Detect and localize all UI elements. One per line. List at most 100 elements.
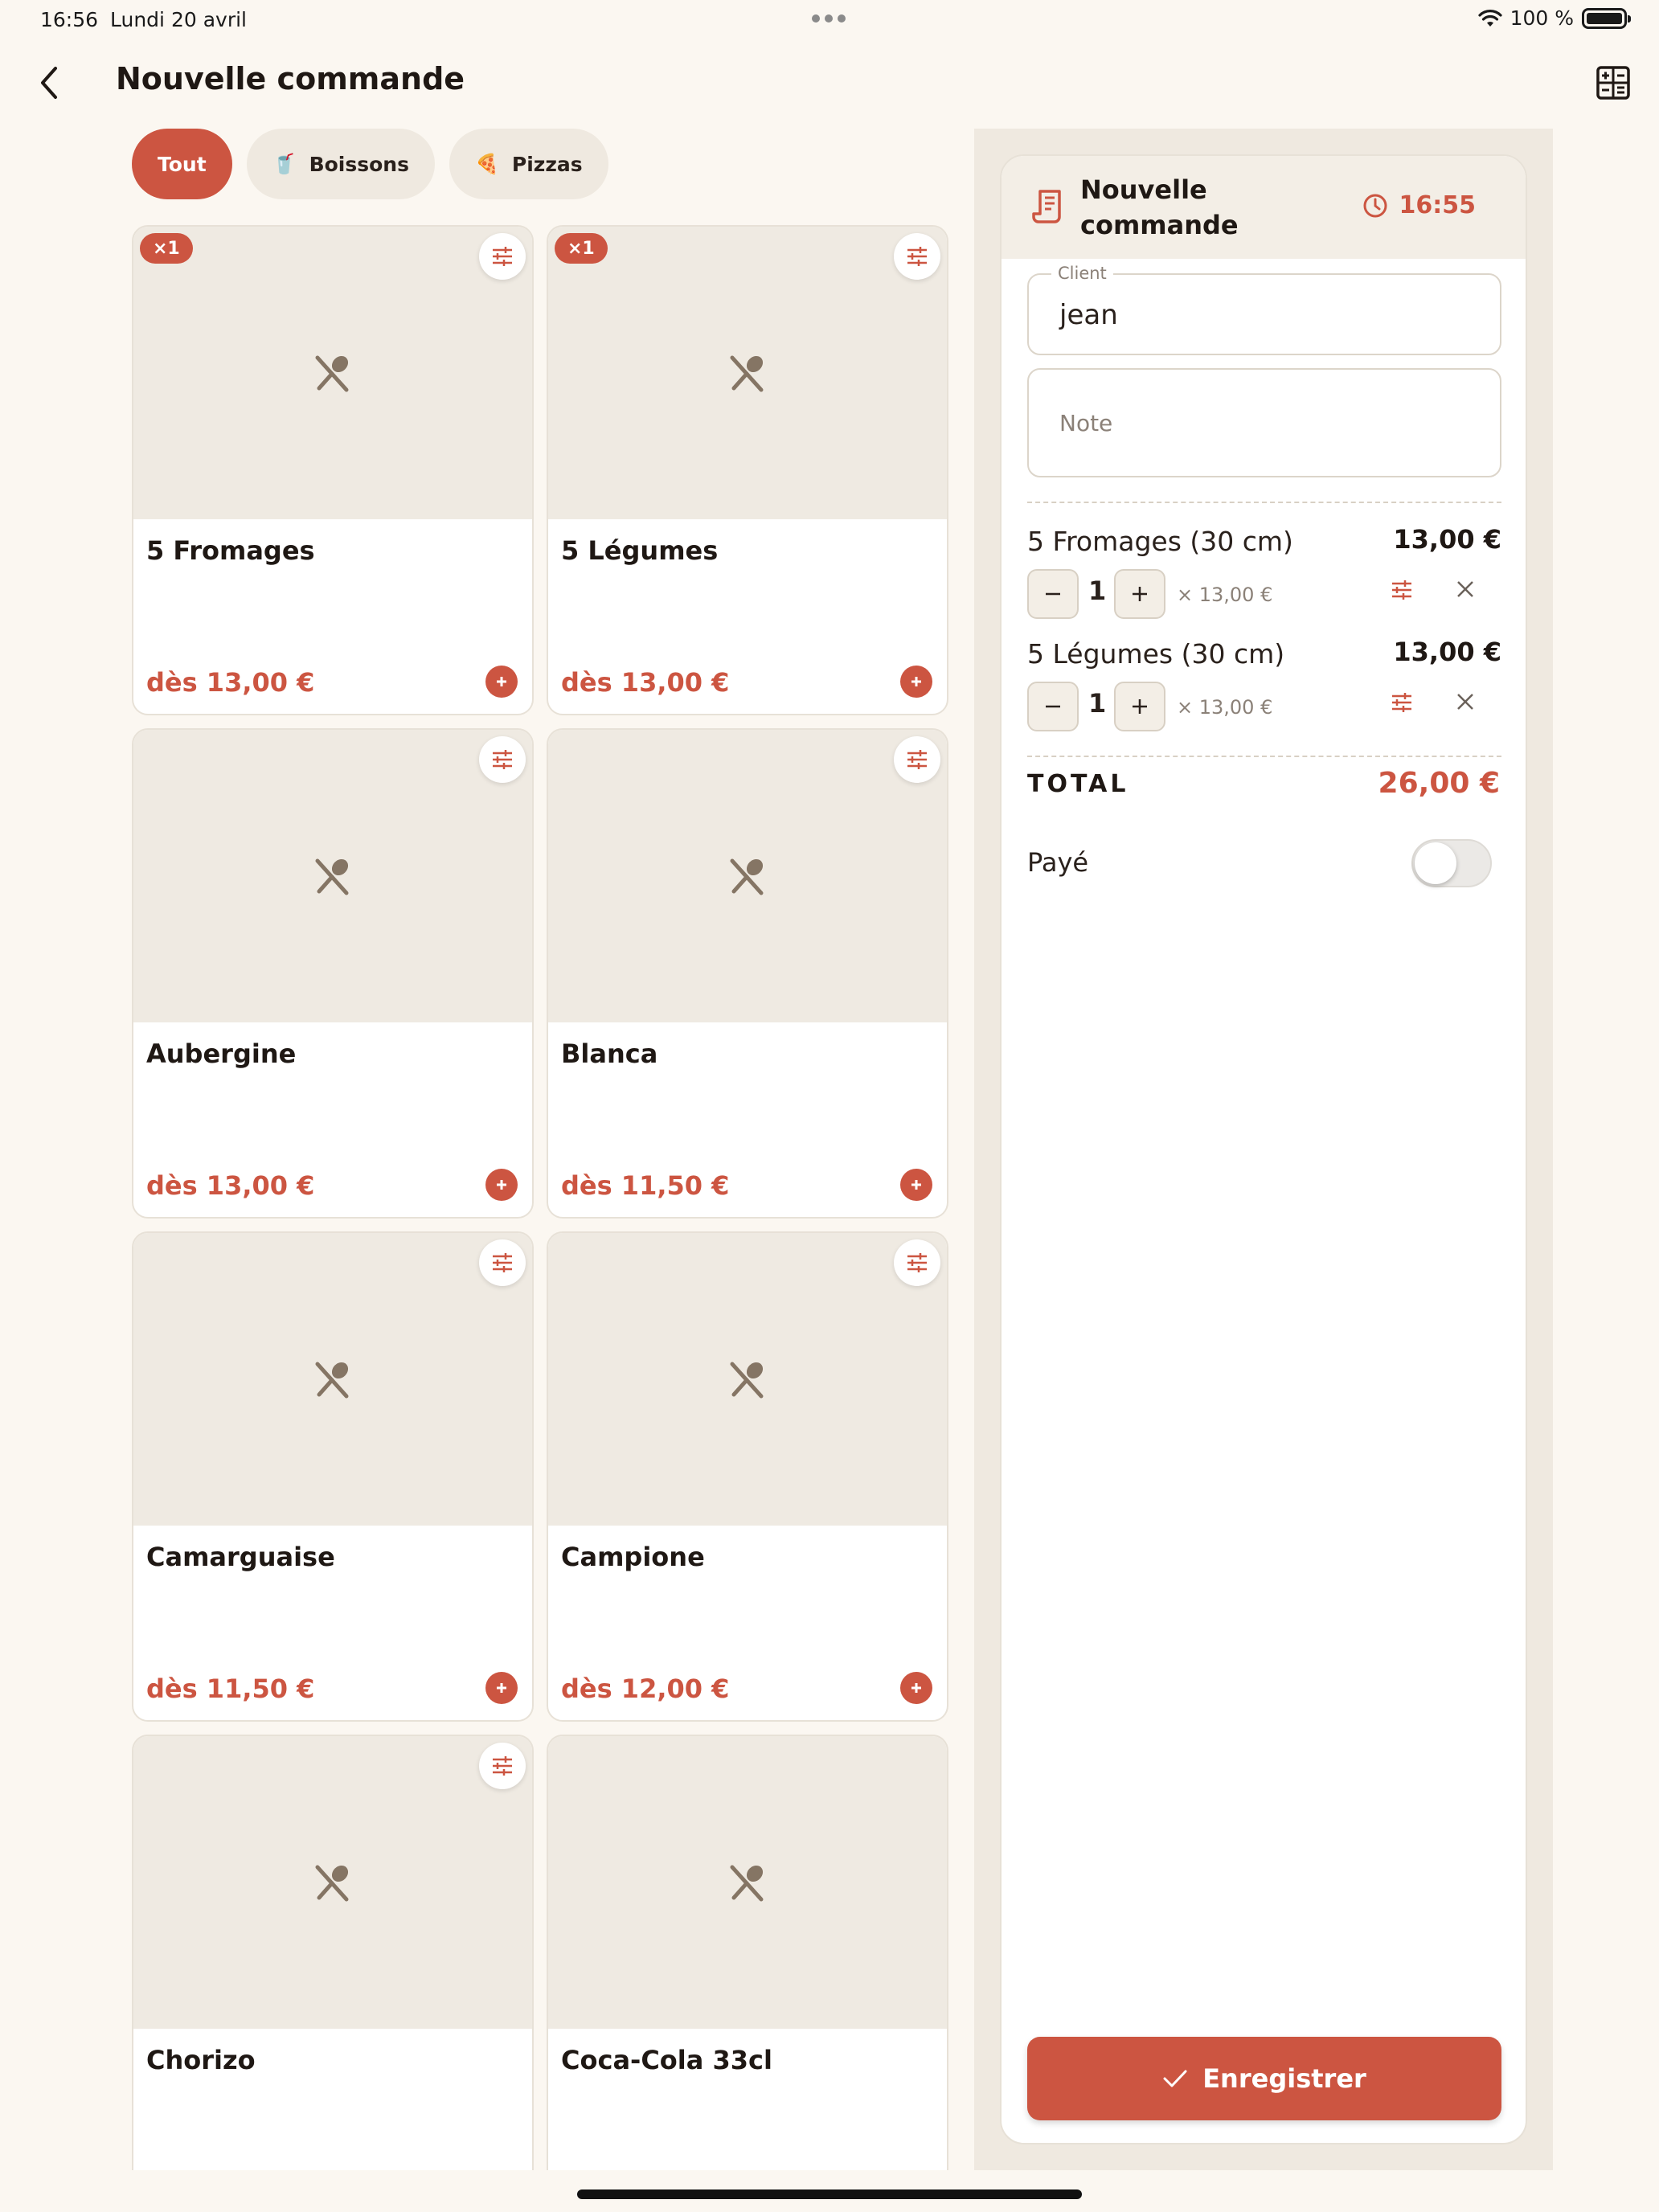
add-to-order-button[interactable]	[900, 1672, 932, 1704]
order-title: Nouvelle commande	[1080, 174, 1239, 240]
product-image	[133, 730, 532, 1022]
client-label: Client	[1051, 264, 1113, 283]
sliders-icon	[491, 245, 514, 268]
increment-button[interactable]	[1114, 569, 1165, 619]
product-options-button[interactable]	[479, 233, 526, 280]
add-to-order-button[interactable]	[485, 666, 518, 698]
product-card[interactable]: Blanca dès 11,50 €	[547, 728, 948, 1219]
calculator-button[interactable]	[1595, 64, 1632, 101]
home-indicator[interactable]	[577, 2189, 1082, 2199]
save-label: Enregistrer	[1202, 2063, 1366, 2094]
line-unit-price: × 13,00 €	[1177, 696, 1273, 719]
product-price: dès 13,00 €	[146, 1170, 315, 1201]
close-icon[interactable]	[1455, 691, 1476, 712]
product-options-button[interactable]	[894, 736, 940, 783]
plus-icon	[494, 1177, 510, 1193]
tab-pizzas[interactable]: 🍕 Pizzas	[449, 129, 608, 199]
product-options-button[interactable]	[894, 233, 940, 280]
note-placeholder: Note	[1059, 410, 1113, 436]
add-to-order-button[interactable]	[900, 666, 932, 698]
chevron-left-icon	[41, 67, 57, 99]
minus-icon	[1046, 705, 1060, 708]
plus-icon	[494, 674, 510, 690]
sliders-icon	[906, 245, 928, 268]
status-date: Lundi 20 avril	[110, 8, 247, 31]
quantity-badge: ×1	[555, 233, 608, 264]
tab-tout[interactable]: Tout	[132, 129, 232, 199]
product-options-button[interactable]	[479, 736, 526, 783]
line-quantity: 1	[1088, 688, 1107, 719]
utensils-icon	[311, 1861, 354, 1904]
line-name: 5 Fromages (30 cm)	[1027, 526, 1293, 557]
client-field[interactable]: Client jean	[1027, 264, 1501, 355]
product-card[interactable]: ×1 5 Légumes dès 13,00 €	[547, 225, 948, 715]
checkmark-icon	[1163, 2070, 1187, 2087]
product-name: Campione	[561, 1542, 705, 1572]
paid-toggle[interactable]	[1411, 839, 1492, 887]
sliders-icon	[906, 748, 928, 771]
product-card[interactable]: ×1 5 Fromages dès 13,00 €	[132, 225, 534, 715]
total-label: TOTAL	[1027, 770, 1129, 798]
minus-icon	[1046, 592, 1060, 596]
product-image	[548, 1233, 947, 1526]
product-options-button[interactable]	[479, 1239, 526, 1286]
status-bar: 16:56 Lundi 20 avril 100 %	[0, 0, 1659, 39]
utensils-icon	[311, 854, 354, 898]
tab-label: Boissons	[309, 152, 409, 176]
add-to-order-button[interactable]	[900, 1169, 932, 1201]
product-card[interactable]: Campione dès 12,00 €	[547, 1231, 948, 1722]
product-image	[548, 730, 947, 1022]
order-line: 5 Légumes (30 cm) 13,00 € 1 × 13,00 €	[1027, 637, 1501, 743]
add-to-order-button[interactable]	[485, 1672, 518, 1704]
sliders-icon	[491, 748, 514, 771]
product-options-button[interactable]	[894, 1239, 940, 1286]
client-value: jean	[1059, 299, 1118, 331]
status-right: 100 %	[1477, 6, 1631, 30]
order-line: 5 Fromages (30 cm) 13,00 € 1 × 13,00 €	[1027, 524, 1501, 630]
tab-boissons[interactable]: 🥤 Boissons	[246, 129, 435, 199]
sliders-icon[interactable]	[1391, 579, 1413, 601]
product-name: 5 Fromages	[146, 535, 315, 566]
product-image	[548, 1736, 947, 2029]
multitasking-dots-icon[interactable]	[812, 14, 846, 23]
tab-label: Tout	[158, 152, 207, 176]
add-to-order-button[interactable]	[485, 1169, 518, 1201]
product-image	[133, 1736, 532, 2029]
page-title: Nouvelle commande	[116, 61, 465, 96]
back-button[interactable]	[29, 63, 69, 103]
utensils-icon	[726, 351, 769, 395]
product-name: Coca-Cola 33cl	[561, 2045, 772, 2075]
divider	[1027, 502, 1501, 503]
plus-icon	[908, 1177, 924, 1193]
utensils-icon	[726, 854, 769, 898]
note-field[interactable]: Note	[1027, 368, 1501, 477]
increment-button[interactable]	[1114, 682, 1165, 731]
utensils-icon	[311, 1358, 354, 1401]
plus-icon	[908, 674, 924, 690]
product-card[interactable]: Chorizo	[132, 1735, 534, 2170]
sliders-icon[interactable]	[1391, 691, 1413, 714]
product-price: dès 13,00 €	[146, 667, 315, 698]
product-name: Chorizo	[146, 2045, 256, 2075]
product-name: Blanca	[561, 1038, 658, 1069]
product-image: ×1	[133, 227, 532, 519]
sliders-icon	[491, 1755, 514, 1777]
product-name: 5 Légumes	[561, 535, 719, 566]
close-icon[interactable]	[1455, 579, 1476, 600]
product-options-button[interactable]	[479, 1743, 526, 1789]
order-time: 16:55	[1362, 191, 1476, 219]
save-button[interactable]: Enregistrer	[1027, 2037, 1501, 2120]
line-unit-price: × 13,00 €	[1177, 584, 1273, 606]
decrement-button[interactable]	[1027, 682, 1079, 731]
decrement-button[interactable]	[1027, 569, 1079, 619]
plus-icon	[494, 1680, 510, 1696]
plus-icon	[1133, 587, 1147, 601]
product-card[interactable]: Camarguaise dès 11,50 €	[132, 1231, 534, 1722]
product-image: ×1	[548, 227, 947, 519]
product-card[interactable]: Aubergine dès 13,00 €	[132, 728, 534, 1219]
status-time: 16:56	[40, 8, 99, 31]
quantity-badge: ×1	[140, 233, 193, 264]
line-quantity: 1	[1088, 576, 1107, 606]
line-total: 13,00 €	[1393, 637, 1501, 667]
product-card[interactable]: Coca-Cola 33cl	[547, 1735, 948, 2170]
